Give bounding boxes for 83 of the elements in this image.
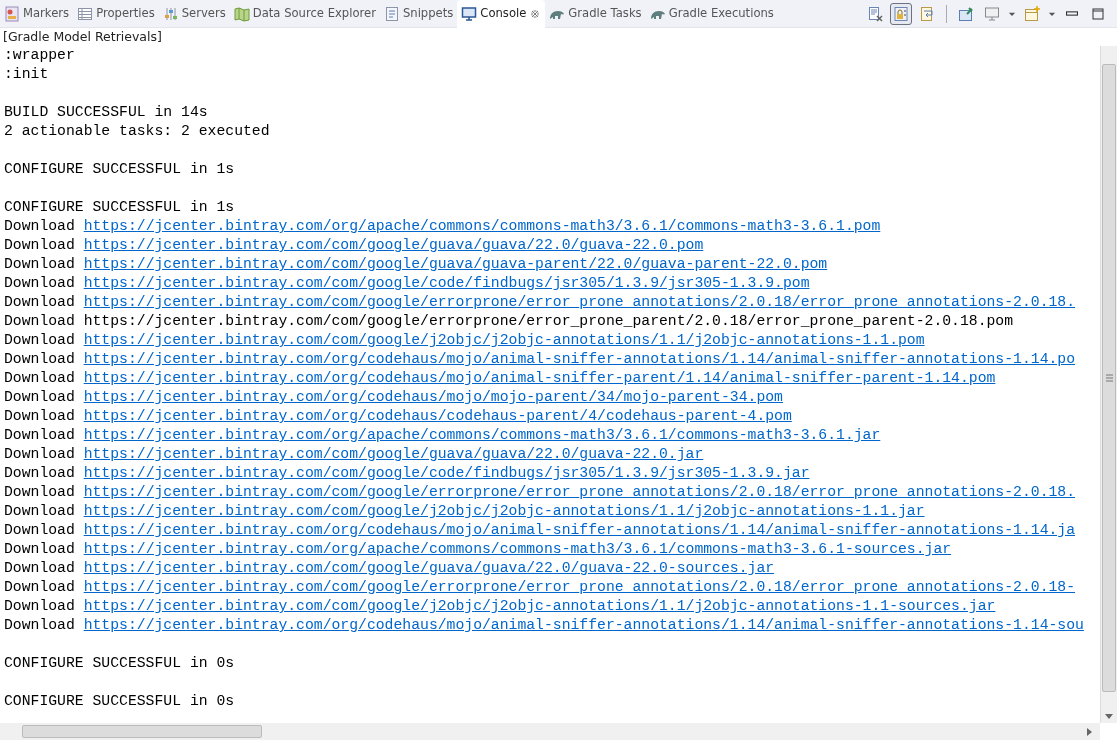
view-tab[interactable]: Markers bbox=[0, 0, 74, 28]
download-label: Download bbox=[4, 541, 75, 557]
download-link[interactable]: https://jcenter.bintray.com/org/codehaus/codehaus-parent/4/codehaus-parent-4.pom bbox=[83, 408, 792, 424]
table-icon bbox=[77, 5, 94, 22]
console-line: 2 actionable tasks: 2 executed bbox=[4, 123, 270, 139]
download-link[interactable]: https://jcenter.bintray.com/org/apache/commons/commons-math3/3.6.1/commons-math3-3.6.1.pom bbox=[83, 218, 881, 234]
console-line: CONFIGURE SUCCESSFUL in 0s bbox=[4, 693, 235, 709]
download-link[interactable]: https://jcenter.bintray.com/com/google/errorprone/error_prone_annotations/2.0.18/error_prone_annotations-2.0.18. bbox=[83, 294, 1076, 310]
download-label: Download bbox=[4, 332, 75, 348]
download-link[interactable]: https://jcenter.bintray.com/org/codehaus/mojo/animal-sniffer-annotations/1.14/animal-sniffer-annotations-1.14.po bbox=[83, 351, 1076, 367]
console-line: :wrapper bbox=[4, 47, 75, 63]
download-label: Download bbox=[4, 579, 75, 595]
vertical-scrollbar[interactable] bbox=[1100, 46, 1117, 723]
grip-icon bbox=[1105, 374, 1113, 382]
download-link[interactable]: https://jcenter.bintray.com/org/codehaus/mojo/animal-sniffer-parent/1.14/animal-sniffer-parent-1.14.pom bbox=[83, 370, 996, 386]
download-link[interactable]: https://jcenter.bintray.com/com/google/errorprone/error_prone_annotations/2.0.18/error_prone_annotations-2.0.18- bbox=[83, 579, 1076, 595]
scrollbar-thumb[interactable] bbox=[1102, 64, 1116, 692]
download-label: Download bbox=[4, 237, 75, 253]
download-link[interactable]: https://jcenter.bintray.com/com/google/j2objc/j2objc-annotations/1.1/j2objc-annotations-1.1.pom bbox=[83, 332, 925, 348]
word-wrap-icon bbox=[919, 5, 935, 22]
sliders-icon bbox=[162, 5, 179, 22]
download-label: Download bbox=[4, 560, 75, 576]
download-link[interactable]: https://jcenter.bintray.com/org/codehaus/mojo/animal-sniffer-annotations/1.14/animal-sniffer-annotations-1.14-sou bbox=[83, 617, 1084, 633]
view-tab[interactable]: Console bbox=[457, 0, 546, 28]
horizontal-scrollbar[interactable] bbox=[0, 723, 1100, 740]
new-window-icon bbox=[1024, 5, 1040, 22]
download-link[interactable]: https://jcenter.bintray.com/com/google/code/findbugs/jsr305/1.3.9/jsr305-1.3.9.jar bbox=[83, 465, 810, 481]
download-label: Download bbox=[4, 256, 75, 272]
download-label: Download bbox=[4, 522, 75, 538]
scroll-down-icon[interactable] bbox=[1105, 714, 1113, 719]
scroll-right-icon[interactable] bbox=[1087, 727, 1092, 736]
download-link[interactable]: https://jcenter.bintray.com/com/google/guava/guava-parent/22.0/guava-parent-22.0.pom bbox=[83, 256, 828, 272]
pin-icon bbox=[958, 5, 974, 22]
download-link[interactable]: https://jcenter.bintray.com/com/google/j2objc/j2objc-annotations/1.1/j2objc-annotations-1.1.jar bbox=[83, 503, 925, 519]
lock-icon bbox=[893, 5, 909, 22]
console-line: CONFIGURE SUCCESSFUL in 1s bbox=[4, 161, 235, 177]
markers-icon bbox=[4, 5, 20, 22]
download-link[interactable]: https://jcenter.bintray.com/com/google/guava/guava/22.0/guava-22.0-sources.jar bbox=[83, 560, 775, 576]
view-tab[interactable]: Properties bbox=[73, 0, 159, 28]
view-tab[interactable]: Servers bbox=[158, 0, 230, 28]
console-line: CONFIGURE SUCCESSFUL in 0s bbox=[4, 655, 235, 671]
download-label: Download bbox=[4, 617, 75, 633]
download-link[interactable]: https://jcenter.bintray.com/org/codehaus/mojo/mojo-parent/34/mojo-parent-34.pom bbox=[83, 389, 783, 405]
download-label: Download bbox=[4, 427, 75, 443]
download-link[interactable]: https://jcenter.bintray.com/com/google/guava/guava/22.0/guava-22.0.pom bbox=[83, 237, 704, 253]
download-label: Download bbox=[4, 503, 75, 519]
download-link[interactable]: https://jcenter.bintray.com/com/google/j2objc/j2objc-annotations/1.1/j2objc-annotations-1.1-sources.jar bbox=[83, 598, 996, 614]
console-line: BUILD SUCCESSFUL in 14s bbox=[4, 104, 208, 120]
console-title: [Gradle Model Retrievals] bbox=[2, 28, 163, 46]
monitor-icon bbox=[461, 5, 478, 22]
view-tab[interactable]: Snippets bbox=[379, 0, 458, 28]
map-icon bbox=[233, 5, 250, 22]
download-link[interactable]: https://jcenter.bintray.com/org/codehaus/mojo/animal-sniffer-annotations/1.14/animal-sniffer-annotations-1.14.ja bbox=[83, 522, 1076, 538]
download-link[interactable]: https://jcenter.bintray.com/org/apache/commons/commons-math3/3.6.1/commons-math3-3.6.1.jar bbox=[83, 427, 881, 443]
download-label: Download bbox=[4, 389, 75, 405]
view-tab[interactable]: Gradle Tasks bbox=[545, 0, 646, 28]
view-tab[interactable]: Gradle Executions bbox=[645, 0, 778, 28]
download-label: Download bbox=[4, 351, 75, 367]
download-label: Download bbox=[4, 313, 75, 329]
download-label: Download bbox=[4, 408, 75, 424]
maximize-icon bbox=[1090, 5, 1106, 22]
console-line: CONFIGURE SUCCESSFUL in 1s bbox=[4, 199, 235, 215]
download-label: Download bbox=[4, 294, 75, 310]
download-label: Download bbox=[4, 370, 75, 386]
download-label: Download bbox=[4, 598, 75, 614]
document-icon bbox=[383, 5, 400, 22]
download-link[interactable]: https://jcenter.bintray.com/com/google/errorprone/error_prone_annotations/2.0.18/error_prone_annotations-2.0.18. bbox=[83, 484, 1076, 500]
download-link[interactable]: https://jcenter.bintray.com/org/apache/commons/commons-math3/3.6.1/commons-math3-3.6.1-sources.jar bbox=[83, 541, 952, 557]
download-label: Download bbox=[4, 218, 75, 234]
download-label: Download bbox=[4, 465, 75, 481]
download-label: Download bbox=[4, 446, 75, 462]
download-url: https://jcenter.bintray.com/com/google/errorprone/error_prone_parent/2.0.18/error_prone_parent-2.0.18.pom bbox=[83, 313, 1014, 329]
close-icon[interactable] bbox=[529, 7, 542, 20]
download-link[interactable]: https://jcenter.bintray.com/com/google/guava/guava/22.0/guava-22.0.jar bbox=[83, 446, 704, 462]
download-link[interactable]: https://jcenter.bintray.com/com/google/code/findbugs/jsr305/1.3.9/jsr305-1.3.9.pom bbox=[83, 275, 810, 291]
clear-console-icon bbox=[867, 5, 883, 22]
download-label: Download bbox=[4, 484, 75, 500]
lock-button[interactable] bbox=[890, 2, 912, 25]
monitor-icon bbox=[984, 5, 1000, 22]
minimize-icon bbox=[1066, 11, 1078, 16]
download-label: Download bbox=[4, 275, 75, 291]
console-line: :init bbox=[4, 66, 49, 82]
view-tab[interactable]: Data Source Explorer bbox=[229, 0, 380, 28]
